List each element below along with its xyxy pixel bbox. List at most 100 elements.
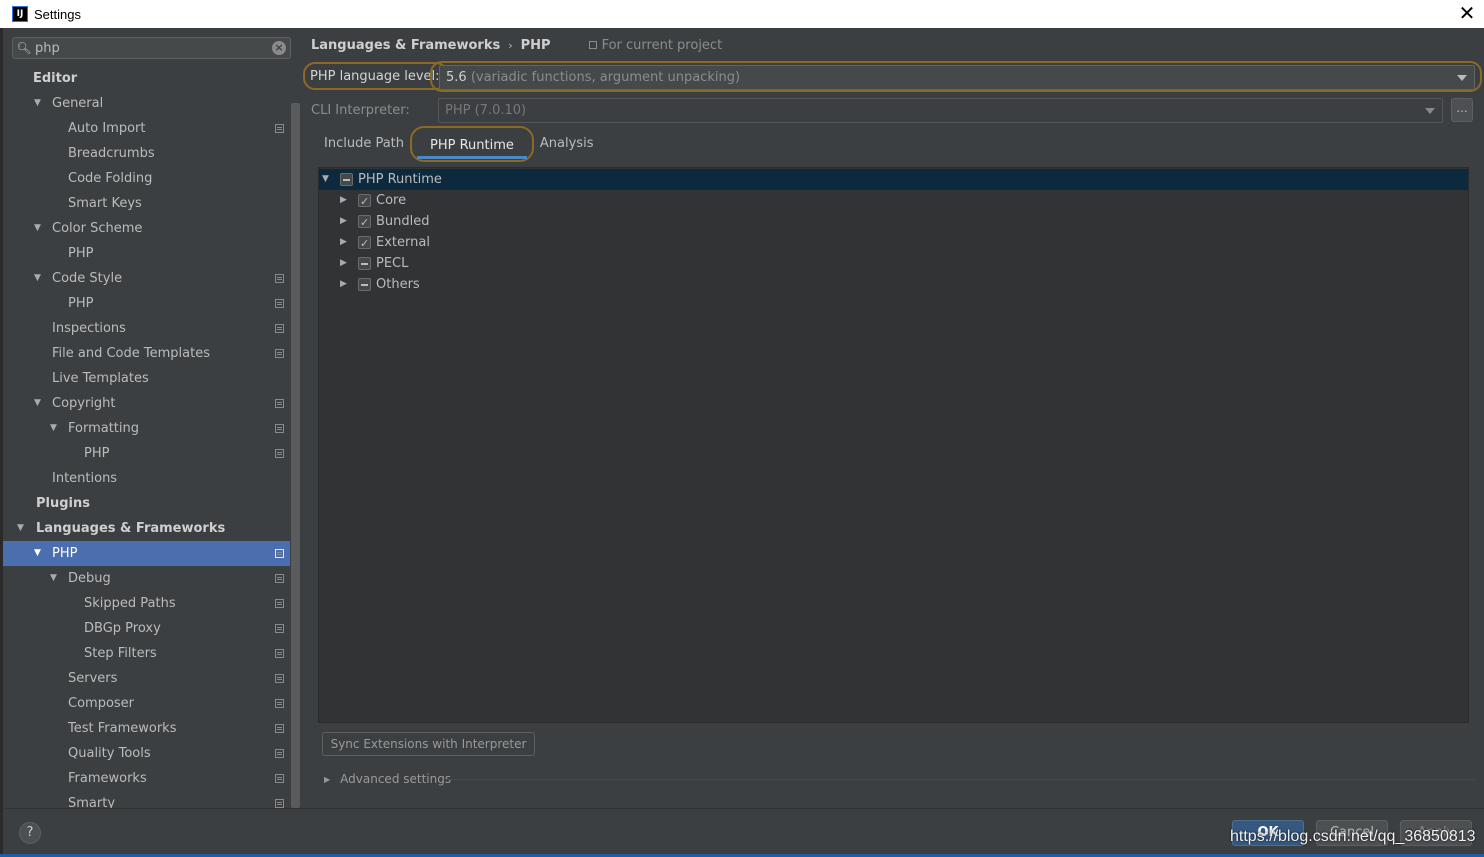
tab-php-runtime[interactable]: PHP Runtime [410,126,534,162]
runtime-tree-row[interactable]: ▶ PECL [319,253,1468,274]
sidebar-item-label: Quality Tools [68,746,151,761]
runtime-tree-row[interactable]: ▶ Others [319,274,1468,295]
project-copy-icon [275,699,284,708]
runtime-tree-label: Core [376,193,407,208]
sidebar-item[interactable]: Breadcrumbs [3,141,290,166]
sidebar-item[interactable]: ▼ Formatting [3,416,290,441]
sidebar-item-label: PHP [68,296,94,311]
runtime-tree-row[interactable]: ▶ Bundled [319,211,1468,233]
breadcrumb-parent[interactable]: Languages & Frameworks [311,38,500,53]
sidebar-item[interactable]: ▼ Code Style [3,266,290,291]
sidebar-item[interactable]: ▼ General [3,91,290,116]
sidebar-item[interactable]: ▼ Copyright [3,391,290,416]
sidebar-item[interactable]: Quality Tools [3,741,290,766]
sidebar-item[interactable]: Skipped Paths [3,591,290,616]
tab-analysis[interactable]: Analysis [531,126,603,162]
project-copy-icon [588,41,597,49]
clear-search-icon[interactable]: × [272,41,286,55]
sidebar-item[interactable]: Smart Keys [3,191,290,216]
runtime-tree-label: Others [376,277,420,292]
watermark: https://blog.csdn.net/qq_36850813 [1230,828,1476,845]
chevron-right-icon[interactable]: ▶ [340,190,347,211]
project-copy-icon [275,124,284,133]
cli-interpreter-label: CLI Interpreter: [311,103,410,118]
chevron-down-icon[interactable]: ▼ [34,266,41,291]
chevron-down-icon[interactable]: ▼ [17,516,24,541]
sidebar-item[interactable]: ▼ Debug [3,566,290,591]
sidebar-scrollbar[interactable] [291,103,300,808]
chevron-right-icon[interactable]: ▶ [340,253,347,274]
runtime-tree-row[interactable]: ▼ PHP Runtime [319,169,1468,190]
tab-include-path[interactable]: Include Path [315,126,413,162]
sidebar-item[interactable]: Plugins [3,491,290,516]
project-copy-icon [275,274,284,283]
sidebar-item[interactable]: Composer [3,691,290,716]
cli-interpreter-dropdown[interactable]: PHP (7.0.10) [438,98,1443,123]
sidebar-item[interactable]: ▼ Languages & Frameworks [3,516,290,541]
sidebar-item[interactable]: Editor [3,66,290,91]
search-input[interactable] [35,40,265,56]
chevron-down-icon[interactable]: ▼ [34,391,41,416]
title-bar: IJ Settings ✕ [0,0,1484,28]
runtime-checkbox[interactable] [340,173,353,186]
sidebar-item[interactable]: File and Code Templates [3,341,290,366]
project-copy-icon [275,549,284,558]
project-copy-icon [275,799,284,808]
sidebar-item[interactable]: DBGp Proxy [3,616,290,641]
sidebar-item-label: Composer [68,696,135,711]
runtime-tree-row[interactable]: ▶ External [319,232,1468,254]
search-icon[interactable]: 🔍︎ [13,41,35,55]
runtime-checkbox[interactable] [358,257,371,270]
browse-interpreter-button[interactable]: ... [1451,98,1473,122]
project-copy-icon [275,749,284,758]
sidebar-item-label: Formatting [68,421,140,436]
advanced-settings-toggle[interactable]: ▶ Advanced settings [324,770,451,788]
breadcrumb-current: PHP [520,37,551,53]
sidebar-item-label: File and Code Templates [52,346,210,361]
sidebar-item[interactable]: Frameworks [3,766,290,791]
sidebar-item[interactable]: PHP [3,241,290,266]
project-copy-icon [275,599,284,608]
sidebar-item[interactable]: Code Folding [3,166,290,191]
sidebar-item[interactable]: Servers [3,666,290,691]
settings-tree: Editor ▼ General Auto Import Breadcrumbs Code… [3,66,290,816]
chevron-down-icon[interactable]: ▼ [34,541,41,566]
sidebar-item-label: Debug [68,571,111,586]
chevron-down-icon[interactable]: ▼ [34,91,41,116]
sidebar-item-label: Intentions [52,471,118,486]
runtime-checkbox[interactable] [358,191,371,212]
sync-extensions-button[interactable]: Sync Extensions with Interpreter [322,732,535,756]
project-copy-icon [275,424,284,433]
chevron-down-icon[interactable]: ▼ [322,169,329,190]
sidebar-item-label: PHP [52,546,78,561]
sidebar-item[interactable]: Auto Import [3,116,290,141]
sidebar-item[interactable]: PHP [3,291,290,316]
cli-interpreter-version: (7.0.10) [474,103,527,118]
chevron-down-icon[interactable]: ▼ [50,416,57,441]
sidebar-item[interactable]: Step Filters [3,641,290,666]
language-level-dropdown[interactable]: 5.6 (variadic functions, argument unpack… [439,65,1475,90]
sidebar-item[interactable]: Live Templates [3,366,290,391]
sidebar-item[interactable]: PHP [3,441,290,466]
chevron-down-icon[interactable]: ▼ [50,566,57,591]
sidebar-item[interactable]: Test Frameworks [3,716,290,741]
runtime-checkbox[interactable] [358,278,371,291]
runtime-checkbox[interactable] [358,212,371,233]
sidebar-item[interactable]: ▼ Color Scheme [3,216,290,241]
app-icon: IJ [12,6,28,22]
language-level-highlight: 5.6 (variadic functions, argument unpack… [430,61,1482,92]
php-runtime-tree: ▼PHP Runtime▶Core▶Bundled▶External▶PECL▶… [318,167,1469,723]
chevron-down-icon[interactable]: ▼ [34,216,41,241]
close-icon[interactable]: ✕ [1456,2,1478,24]
runtime-checkbox[interactable] [358,233,371,254]
search-box[interactable]: 🔍︎ × [12,37,291,59]
chevron-right-icon[interactable]: ▶ [340,274,347,295]
sidebar-item[interactable]: Inspections [3,316,290,341]
sidebar-item[interactable]: Intentions [3,466,290,491]
runtime-tree-row[interactable]: ▶ Core [319,190,1468,212]
chevron-right-icon[interactable]: ▶ [340,211,347,232]
sidebar-item[interactable]: ▼ PHP [3,541,290,566]
help-button[interactable]: ? [19,822,41,844]
chevron-right-icon[interactable]: ▶ [340,232,347,253]
chevron-down-icon [1457,75,1467,81]
